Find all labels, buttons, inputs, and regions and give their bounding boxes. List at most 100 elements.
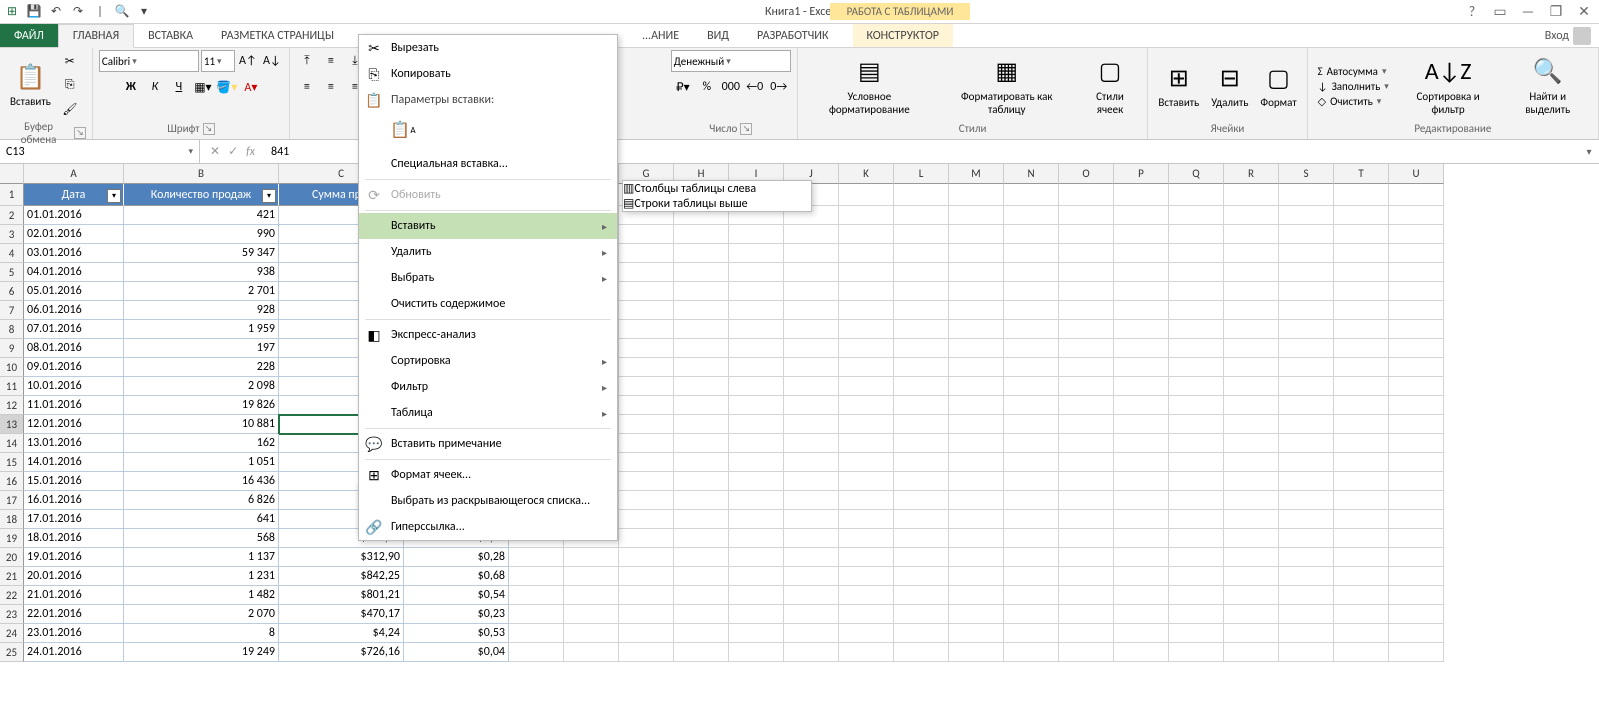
cell[interactable] bbox=[1114, 320, 1169, 339]
cell[interactable] bbox=[674, 415, 729, 434]
cell[interactable] bbox=[784, 472, 839, 491]
select-all[interactable] bbox=[0, 164, 24, 184]
row-header[interactable]: 23 bbox=[0, 605, 24, 624]
cell[interactable] bbox=[1169, 358, 1224, 377]
ctx-delete[interactable]: Удалить▸ bbox=[359, 239, 617, 265]
cell[interactable] bbox=[1114, 529, 1169, 548]
cell[interactable] bbox=[839, 453, 894, 472]
row-header[interactable]: 6 bbox=[0, 282, 24, 301]
ctx-comment[interactable]: 💬Вставить примечание bbox=[359, 431, 617, 457]
cell[interactable] bbox=[1004, 434, 1059, 453]
cell[interactable] bbox=[1169, 320, 1224, 339]
cell[interactable] bbox=[674, 263, 729, 282]
cell[interactable] bbox=[1059, 472, 1114, 491]
cell[interactable] bbox=[784, 282, 839, 301]
row-header[interactable]: 2 bbox=[0, 206, 24, 225]
paste-button[interactable]: 📋 Вставить bbox=[6, 59, 55, 110]
ctx-select[interactable]: Выбрать▸ bbox=[359, 265, 617, 291]
percent-icon[interactable]: % bbox=[696, 76, 718, 98]
cell[interactable] bbox=[1004, 358, 1059, 377]
cell[interactable] bbox=[1224, 301, 1279, 320]
clipboard-dlg-icon[interactable]: ↘ bbox=[74, 127, 86, 139]
col-header-L[interactable]: L bbox=[894, 164, 949, 184]
cell[interactable] bbox=[894, 301, 949, 320]
tab-layout[interactable]: РАЗМЕТКА СТРАНИЦЫ bbox=[207, 24, 348, 47]
cell[interactable] bbox=[894, 529, 949, 548]
cell[interactable] bbox=[729, 263, 784, 282]
cell[interactable] bbox=[1004, 377, 1059, 396]
ribbon-display-icon[interactable]: ▭ bbox=[1491, 3, 1509, 21]
cell[interactable] bbox=[1169, 434, 1224, 453]
ctx-dropdown-list[interactable]: Выбрать из раскрывающегося списка... bbox=[359, 488, 617, 514]
cell[interactable] bbox=[894, 586, 949, 605]
cell[interactable] bbox=[1059, 434, 1114, 453]
cell[interactable]: 938 bbox=[124, 263, 279, 282]
cell[interactable] bbox=[1059, 453, 1114, 472]
cell[interactable] bbox=[784, 643, 839, 662]
cell[interactable] bbox=[1224, 472, 1279, 491]
cell[interactable] bbox=[619, 339, 674, 358]
cell[interactable] bbox=[1389, 263, 1444, 282]
cell[interactable] bbox=[1114, 624, 1169, 643]
ctx-sort[interactable]: Сортировка▸ bbox=[359, 348, 617, 374]
cell[interactable]: $0,53 bbox=[404, 624, 509, 643]
italic-button[interactable]: К bbox=[144, 76, 166, 98]
row-header[interactable]: 22 bbox=[0, 586, 24, 605]
row-header[interactable]: 1 bbox=[0, 184, 24, 206]
qat-more-icon[interactable]: ▾ bbox=[136, 4, 152, 20]
cell[interactable]: 23.01.2016 bbox=[24, 624, 124, 643]
cell[interactable] bbox=[839, 184, 894, 206]
cell[interactable] bbox=[1114, 358, 1169, 377]
cell[interactable]: $0,68 bbox=[404, 567, 509, 586]
cell[interactable] bbox=[1114, 491, 1169, 510]
cell[interactable] bbox=[1334, 586, 1389, 605]
cell[interactable] bbox=[674, 586, 729, 605]
cell[interactable] bbox=[1059, 282, 1114, 301]
ctx-hyperlink[interactable]: 🔗Гиперссылка... bbox=[359, 514, 617, 540]
cell[interactable] bbox=[729, 225, 784, 244]
cell[interactable] bbox=[894, 263, 949, 282]
cell[interactable] bbox=[1114, 415, 1169, 434]
currency-icon[interactable]: ₽▾ bbox=[672, 76, 694, 98]
cell[interactable] bbox=[1224, 320, 1279, 339]
cell[interactable] bbox=[619, 320, 674, 339]
cell[interactable] bbox=[564, 586, 619, 605]
cell[interactable] bbox=[1114, 548, 1169, 567]
cell[interactable]: 1 482 bbox=[124, 586, 279, 605]
format-as-table-button[interactable]: ▦Форматировать как таблицу bbox=[939, 54, 1075, 118]
cell[interactable]: $801,21 bbox=[279, 586, 404, 605]
borders-button[interactable]: ▦▾ bbox=[192, 76, 214, 98]
ctx-filter[interactable]: Фильтр▸ bbox=[359, 374, 617, 400]
cell[interactable] bbox=[894, 643, 949, 662]
cell[interactable] bbox=[1114, 377, 1169, 396]
row-header[interactable]: 8 bbox=[0, 320, 24, 339]
cell[interactable] bbox=[1279, 320, 1334, 339]
cell[interactable] bbox=[1004, 624, 1059, 643]
cell[interactable]: $726,16 bbox=[279, 643, 404, 662]
ctx-format[interactable]: ⊞Формат ячеек... bbox=[359, 462, 617, 488]
fill-color-button[interactable]: 🪣▾ bbox=[216, 76, 238, 98]
cell[interactable] bbox=[784, 263, 839, 282]
cell[interactable] bbox=[1279, 624, 1334, 643]
cell[interactable] bbox=[1279, 415, 1334, 434]
row-header[interactable]: 7 bbox=[0, 301, 24, 320]
tab-home[interactable]: ГЛАВНАЯ bbox=[58, 24, 134, 48]
cell[interactable] bbox=[1114, 339, 1169, 358]
cell[interactable] bbox=[729, 529, 784, 548]
cell[interactable] bbox=[1114, 586, 1169, 605]
cell[interactable]: 21.01.2016 bbox=[24, 586, 124, 605]
cell[interactable] bbox=[674, 396, 729, 415]
cell[interactable] bbox=[784, 434, 839, 453]
cell[interactable] bbox=[1169, 184, 1224, 206]
cell[interactable] bbox=[1224, 396, 1279, 415]
cell[interactable] bbox=[1334, 472, 1389, 491]
cell[interactable] bbox=[839, 624, 894, 643]
cell[interactable] bbox=[949, 491, 1004, 510]
cell[interactable] bbox=[1004, 244, 1059, 263]
cell[interactable] bbox=[894, 184, 949, 206]
cell[interactable] bbox=[894, 320, 949, 339]
cell[interactable] bbox=[949, 184, 1004, 206]
cancel-formula-icon[interactable]: ✕ bbox=[210, 144, 220, 159]
cell[interactable] bbox=[1389, 624, 1444, 643]
cell[interactable] bbox=[1059, 339, 1114, 358]
